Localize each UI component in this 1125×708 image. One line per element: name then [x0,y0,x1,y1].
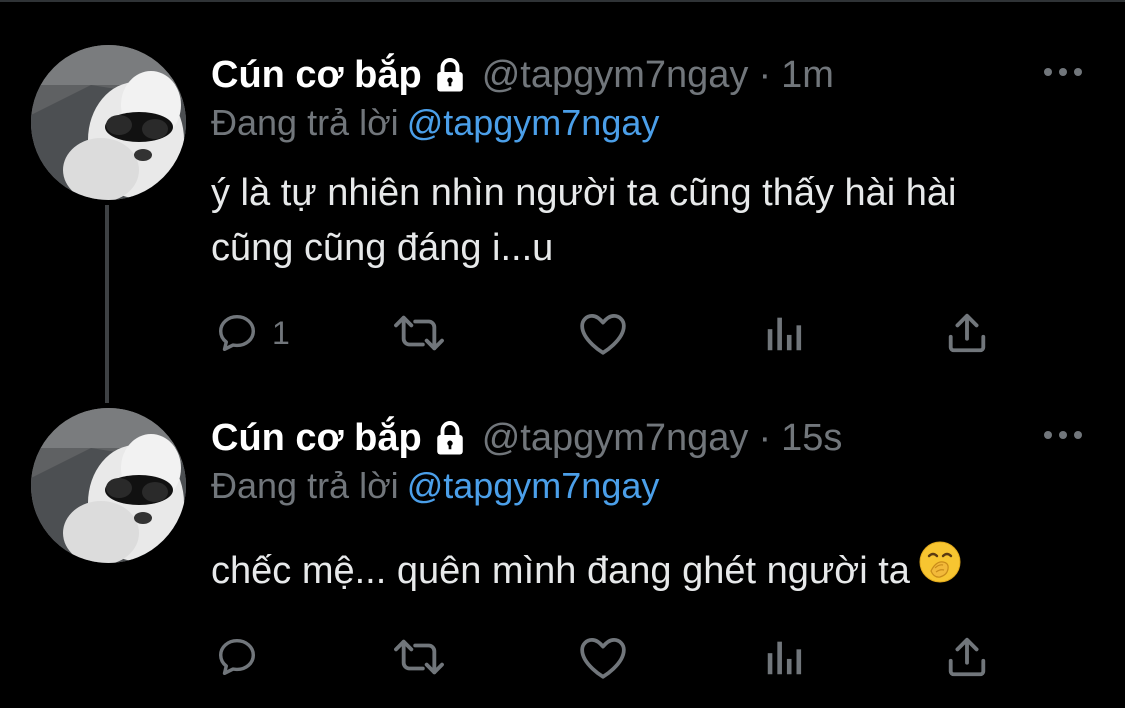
heart-icon [580,638,626,679]
reply-button[interactable]: 1 [214,308,290,358]
retweet-icon [394,315,444,351]
author-handle[interactable]: @tapgym7ngay [482,417,749,460]
tweet-text: ý là tự nhiên nhìn người ta cũng thấy hà… [211,166,957,276]
share-icon [948,637,986,677]
analytics-button[interactable] [762,308,808,358]
tweet[interactable]: Cún cơ bắp @tapgym7ngay · 15s Đang trả l… [0,400,1125,708]
lock-icon [432,420,468,456]
retweet-button[interactable] [390,632,448,682]
tweet-header: Cún cơ bắp @tapgym7ngay · 15s [211,415,842,461]
replying-to-handle[interactable]: @tapgym7ngay [407,102,660,143]
more-icon[interactable] [1043,425,1083,445]
tweet-text-line: chếc mệ... quên mình đang ghét người ta [211,550,910,593]
tweet-header: Cún cơ bắp @tapgym7ngay · 1m [211,52,834,98]
separator: · [758,53,772,96]
retweet-button[interactable] [390,308,448,358]
author-handle[interactable]: @tapgym7ngay [482,54,749,97]
reply-count: 1 [272,314,290,351]
separator: · [758,416,772,459]
reply-button[interactable] [214,632,272,682]
tweet-text: chếc mệ... quên mình đang ghét người ta [211,540,962,603]
face-with-hand-over-mouth-icon [918,540,962,600]
timestamp[interactable]: 15s [781,417,842,460]
action-bar: 1 [0,308,1125,358]
author-name[interactable]: Cún cơ bắp [211,417,422,460]
analytics-button[interactable] [762,632,808,682]
tweet[interactable]: Cún cơ bắp @tapgym7ngay · 1m Đang trả lờ… [0,0,1125,403]
reply-icon [218,314,256,352]
lock-icon [432,57,468,93]
analytics-icon [767,641,802,675]
like-button[interactable] [578,632,628,682]
replying-to: Đang trả lời @tapgym7ngay [211,102,659,144]
analytics-icon [767,317,802,351]
more-icon[interactable] [1043,62,1083,82]
like-button[interactable] [578,308,628,358]
avatar[interactable] [31,408,186,563]
action-bar [0,632,1125,682]
thread-connector [105,205,109,403]
author-name[interactable]: Cún cơ bắp [211,54,422,97]
replying-to: Đang trả lời @tapgym7ngay [211,465,659,507]
replying-to-label: Đang trả lời [211,465,399,506]
retweet-icon [394,639,444,675]
tweet-text-line-wrap: chếc mệ... quên mình đang ghét người ta [211,540,962,603]
reply-icon [218,638,256,676]
replying-to-handle[interactable]: @tapgym7ngay [407,465,660,506]
heart-icon [580,314,626,355]
share-button[interactable] [944,632,990,682]
tweet-text-line: cũng cũng đáng i...u [211,227,554,269]
share-button[interactable] [944,308,990,358]
tweet-text-line: ý là tự nhiên nhìn người ta cũng thấy hà… [211,172,957,214]
replying-to-label: Đang trả lời [211,102,399,143]
timestamp[interactable]: 1m [781,54,834,97]
share-icon [948,313,986,353]
avatar[interactable] [31,45,186,200]
